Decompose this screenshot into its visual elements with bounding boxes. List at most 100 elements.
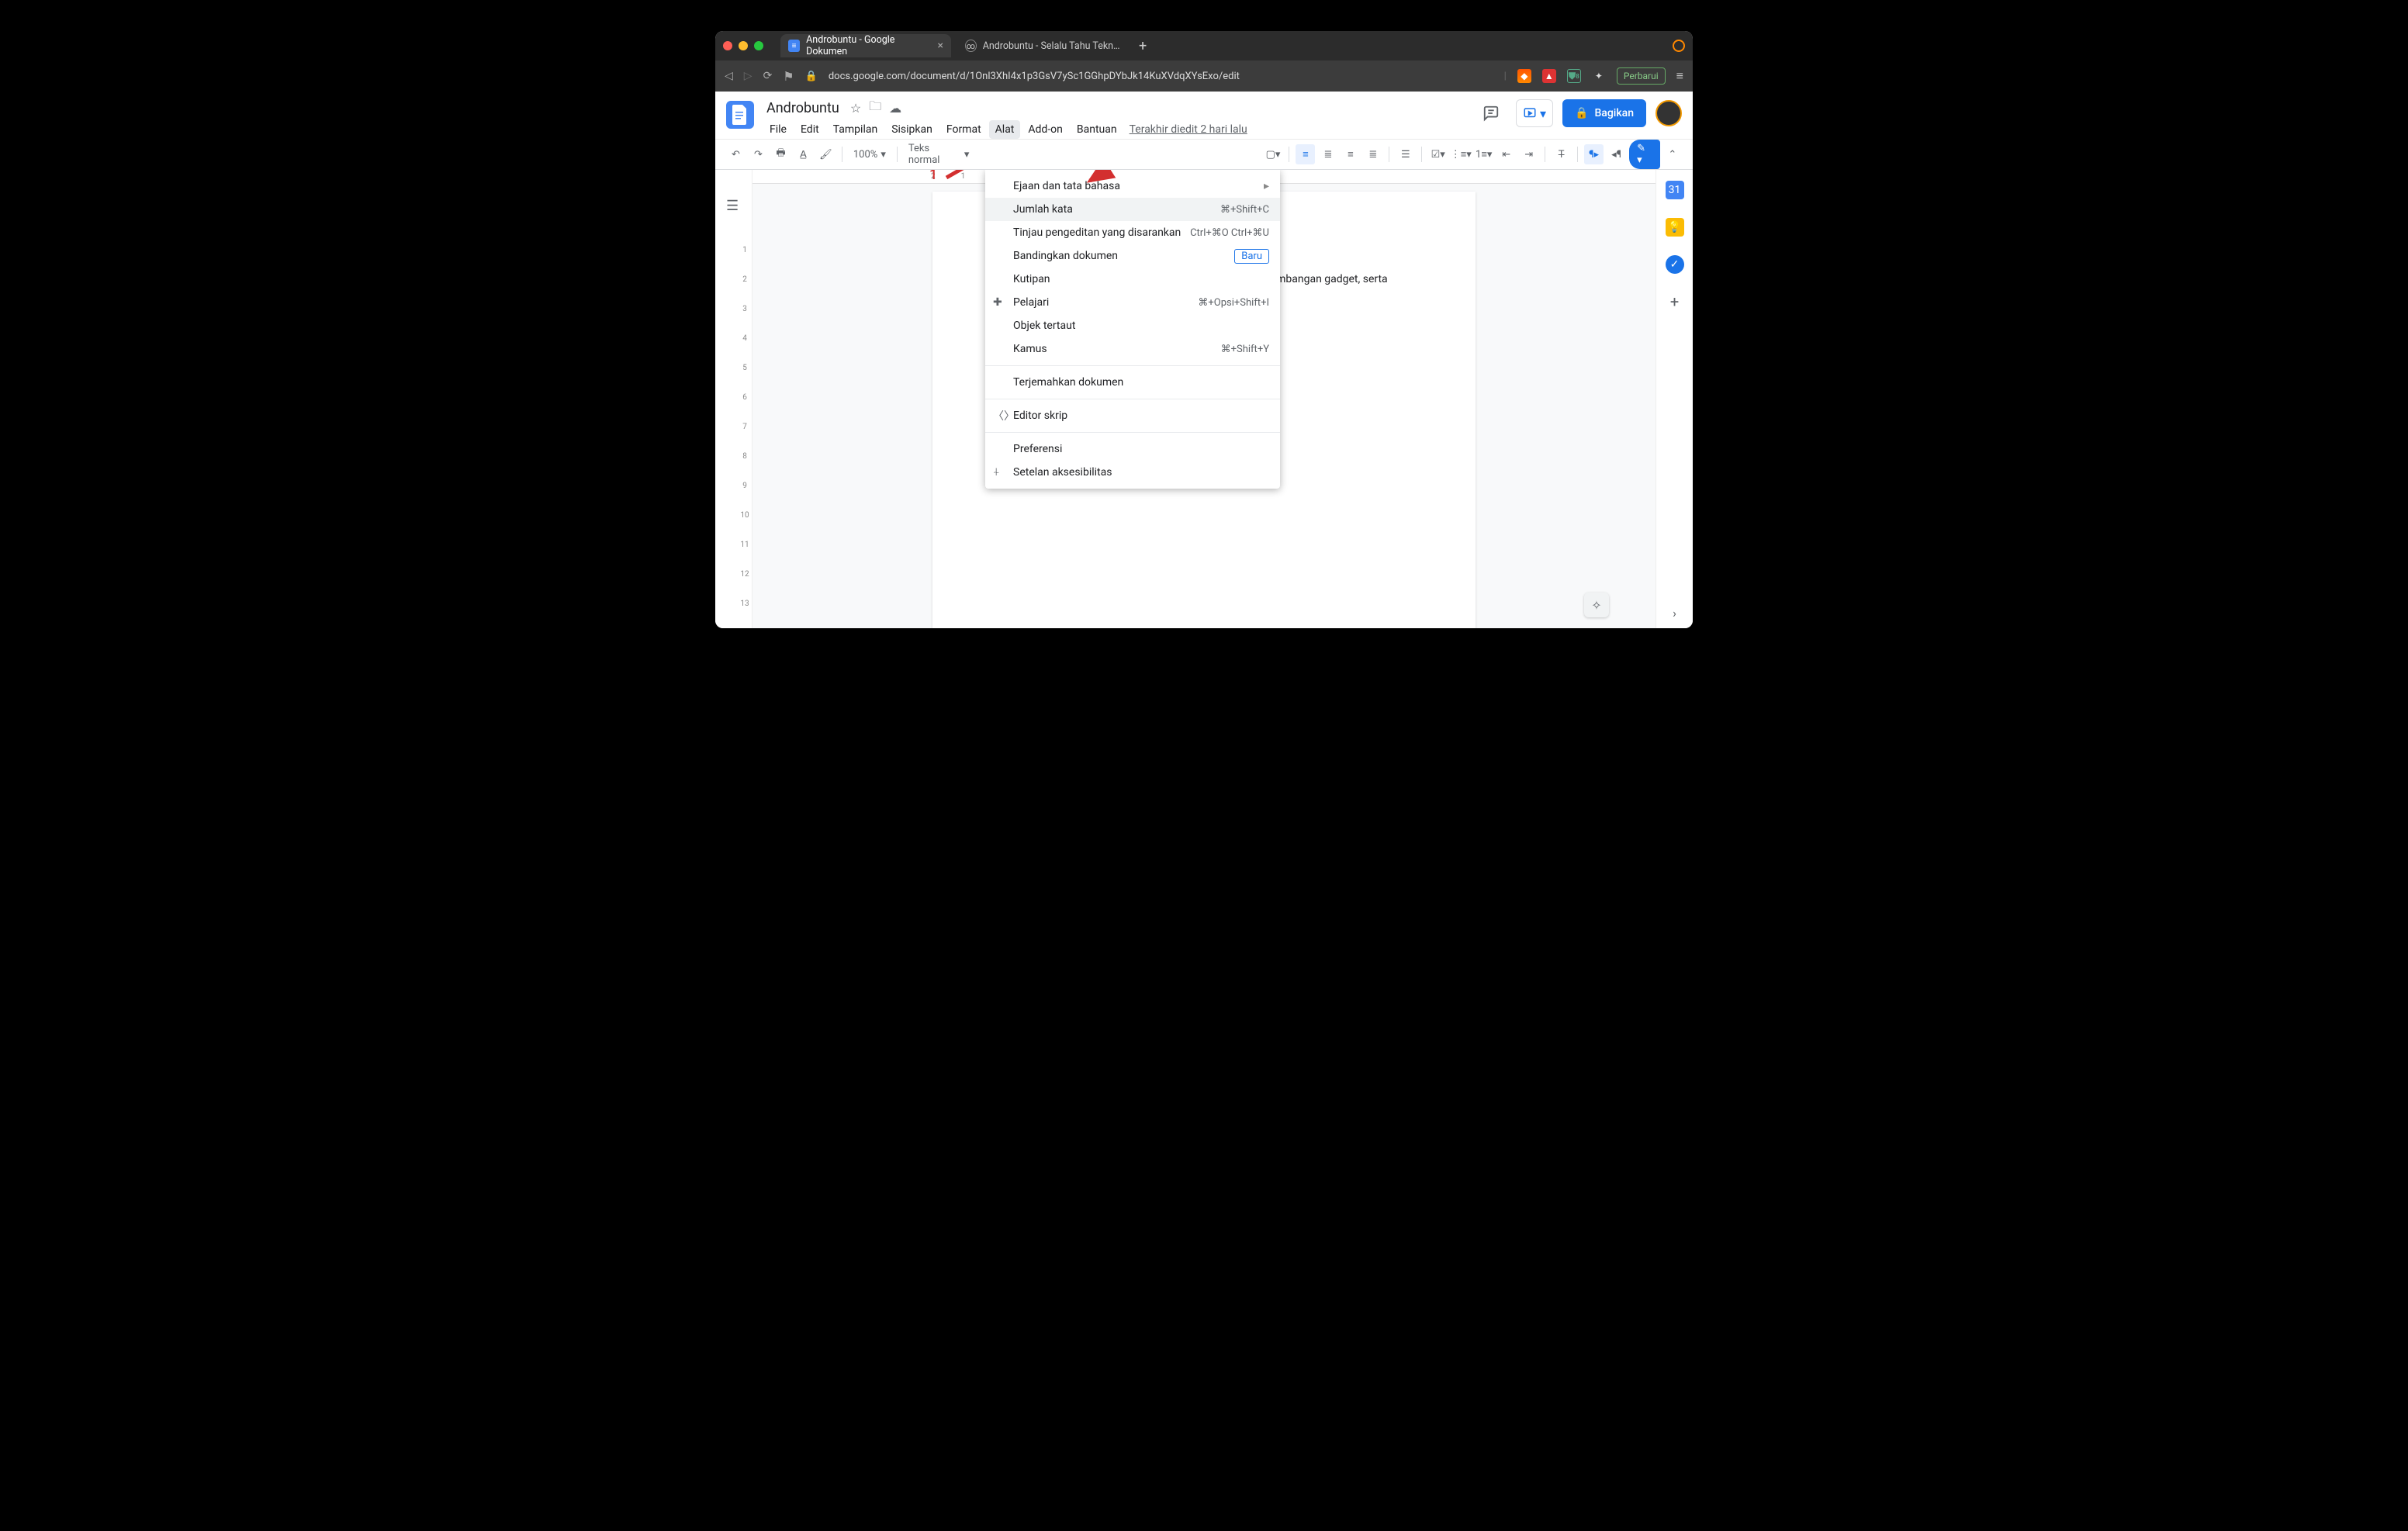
tab-title: Androbuntu - Selalu Tahu Teknologi — [983, 40, 1120, 52]
chevron-down-icon: ▾ — [1540, 106, 1546, 121]
editing-mode-button[interactable]: ✎ ▾ — [1629, 140, 1659, 169]
zoom-dropdown[interactable]: 100% ▾ — [849, 149, 891, 161]
accessibility-icon: ⍭ — [993, 466, 999, 479]
add-addon-icon[interactable]: + — [1670, 292, 1679, 311]
menu-item-editor-skrip[interactable]: 〈〉Editor skrip — [985, 404, 1280, 427]
menu-item-ejaan-dan-tata-bahasa[interactable]: Ejaan dan tata bahasa ▸ — [985, 175, 1280, 198]
docs-favicon-icon: ≡ — [788, 40, 800, 52]
tasks-icon[interactable]: ✓ — [1666, 255, 1684, 274]
menu-edit[interactable]: Edit — [794, 120, 825, 139]
shortcut-label: ⌘+Shift+Y — [1221, 344, 1269, 355]
browser-tab[interactable]: ∞ Androbuntu - Selalu Tahu Teknologi — [957, 34, 1128, 57]
vertical-ruler: 1234567891011121314 — [737, 216, 752, 628]
menu-item-objek-tertaut[interactable]: Objek tertaut — [985, 314, 1280, 337]
last-edit-link[interactable]: Terakhir diedit 2 hari lalu — [1130, 123, 1247, 136]
increase-indent-button[interactable]: ⇥ — [1519, 144, 1538, 164]
tools-menu-dropdown: Ejaan dan tata bahasa ▸ Jumlah kata⌘+Shift… — [985, 170, 1280, 489]
bitwarden-icon[interactable]: ⛊8 — [1567, 69, 1581, 83]
browser-menu-button[interactable]: ≡ — [1676, 68, 1683, 84]
bullet-list-button[interactable]: ⋮≡▾ — [1451, 144, 1471, 164]
undo-button[interactable]: ↶ — [726, 144, 746, 164]
menubar: FileEditTampilanSisipkanFormatAlatAdd-on… — [763, 120, 1466, 139]
menu-item-label: Pelajari — [1013, 296, 1049, 309]
browser-tab-active[interactable]: ≡ Androbuntu - Google Dokumen × — [780, 34, 951, 57]
explore-button[interactable]: ✧ — [1584, 593, 1609, 617]
spellcheck-button[interactable]: A̲ — [794, 144, 813, 164]
minimize-window-icon[interactable] — [739, 41, 748, 50]
keep-icon[interactable]: 💡 — [1666, 218, 1684, 237]
checklist-button[interactable]: ☑▾ — [1428, 144, 1448, 164]
menu-item-pelajari[interactable]: ✚Pelajari⌘+Opsi+Shift+I — [985, 291, 1280, 314]
align-justify-button[interactable]: ≣ — [1363, 144, 1382, 164]
move-icon[interactable]: 🗀 — [869, 98, 881, 119]
new-tab-button[interactable]: + — [1134, 38, 1151, 54]
line-spacing-button[interactable]: ☰ — [1396, 144, 1415, 164]
menu-item-terjemahkan-dokumen[interactable]: Terjemahkan dokumen — [985, 371, 1280, 394]
numbered-list-button[interactable]: 1≡▾ — [1474, 144, 1493, 164]
align-center-button[interactable]: ≣ — [1318, 144, 1337, 164]
maximize-window-icon[interactable] — [754, 41, 763, 50]
docs-home-icon[interactable] — [726, 101, 754, 129]
annotation-1: 1 — [929, 170, 937, 183]
bookmark-icon[interactable]: ⚑ — [783, 69, 794, 84]
extension-icon[interactable]: ▲ — [1542, 69, 1556, 83]
menu-item-jumlah-kata[interactable]: Jumlah kata⌘+Shift+C — [985, 198, 1280, 221]
update-button[interactable]: Perbarui — [1617, 67, 1666, 85]
reload-button[interactable]: ⟳ — [763, 70, 773, 82]
brave-shield-icon[interactable] — [1673, 40, 1685, 52]
menu-item-tinjau-pengeditan-yang-disarankan[interactable]: Tinjau pengeditan yang disarankanCtrl+⌘O… — [985, 221, 1280, 244]
menu-item-setelan-aksesibilitas[interactable]: ⍭Setelan aksesibilitas — [985, 461, 1280, 484]
paint-format-button[interactable]: 🖌 — [816, 144, 836, 164]
redo-button[interactable]: ↷ — [749, 144, 768, 164]
outline-button[interactable]: ☰ — [726, 198, 739, 214]
menu-bantuan[interactable]: Bantuan — [1071, 120, 1123, 139]
menu-add-on[interactable]: Add-on — [1022, 120, 1069, 139]
close-window-icon[interactable] — [723, 41, 732, 50]
insert-image-button[interactable]: ▢▾ — [1264, 144, 1283, 164]
menu-item-label: Terjemahkan dokumen — [1013, 376, 1123, 389]
menu-alat[interactable]: Alat — [989, 120, 1021, 139]
document-title[interactable]: Androbuntu — [763, 98, 842, 118]
menu-file[interactable]: File — [763, 120, 793, 139]
share-button[interactable]: 🔒 Bagikan — [1562, 99, 1646, 127]
account-avatar[interactable] — [1656, 100, 1682, 126]
present-button[interactable]: ▾ — [1516, 99, 1553, 127]
cloud-status-icon[interactable]: ☁ — [889, 101, 901, 116]
close-tab-icon[interactable]: × — [938, 40, 943, 52]
print-button[interactable]: 🖶 — [771, 144, 791, 164]
ltr-button[interactable]: ¶▸ — [1584, 144, 1604, 164]
docs-header: Androbuntu ☆ 🗀 ☁ FileEditTampilanSisipka… — [715, 92, 1693, 139]
menu-item-preferensi[interactable]: Preferensi — [985, 437, 1280, 461]
extensions-icon[interactable]: ✦ — [1592, 69, 1606, 83]
menu-format[interactable]: Format — [940, 120, 988, 139]
style-dropdown[interactable]: Teks normal ▾ — [904, 143, 974, 166]
url-text[interactable]: docs.google.com/document/d/1Onl3XhI4x1p3… — [829, 71, 1493, 82]
comments-button[interactable] — [1476, 98, 1507, 129]
menu-item-label: Preferensi — [1013, 443, 1062, 455]
rtl-button[interactable]: ◂¶ — [1607, 144, 1626, 164]
menu-item-label: Objek tertaut — [1013, 320, 1075, 332]
clear-formatting-button[interactable]: T — [1552, 144, 1571, 164]
decrease-indent-button[interactable]: ⇤ — [1496, 144, 1516, 164]
menu-item-kutipan[interactable]: Kutipan — [985, 268, 1280, 291]
plus-icon: ✚ — [993, 296, 1002, 309]
star-icon[interactable]: ☆ — [850, 101, 861, 116]
lock-icon[interactable]: 🔒 — [805, 71, 818, 82]
menu-item-kamus[interactable]: Kamus⌘+Shift+Y — [985, 337, 1280, 361]
menu-tampilan[interactable]: Tampilan — [827, 120, 884, 139]
menu-item-bandingkan-dokumen[interactable]: Bandingkan dokumenBaru — [985, 244, 1280, 268]
shortcut-label: ⌘+Shift+C — [1220, 204, 1269, 216]
side-panel: 31 💡 ✓ + › — [1656, 170, 1693, 628]
forward-button[interactable]: ▷ — [744, 70, 752, 82]
calendar-icon[interactable]: 31 — [1666, 181, 1684, 199]
submenu-arrow-icon: ▸ — [1264, 180, 1269, 192]
show-side-panel-button[interactable]: › — [1673, 606, 1676, 620]
brave-rewards-icon[interactable]: ◆ — [1517, 69, 1531, 83]
collapse-toolbar-button[interactable]: ⌃ — [1663, 144, 1682, 164]
align-left-button[interactable]: ≡ — [1296, 144, 1315, 164]
align-right-button[interactable]: ≡ — [1341, 144, 1360, 164]
menu-item-label: Ejaan dan tata bahasa — [1013, 180, 1120, 192]
menu-sisipkan[interactable]: Sisipkan — [885, 120, 939, 139]
back-button[interactable]: ◁ — [725, 70, 733, 82]
new-badge: Baru — [1234, 249, 1269, 264]
